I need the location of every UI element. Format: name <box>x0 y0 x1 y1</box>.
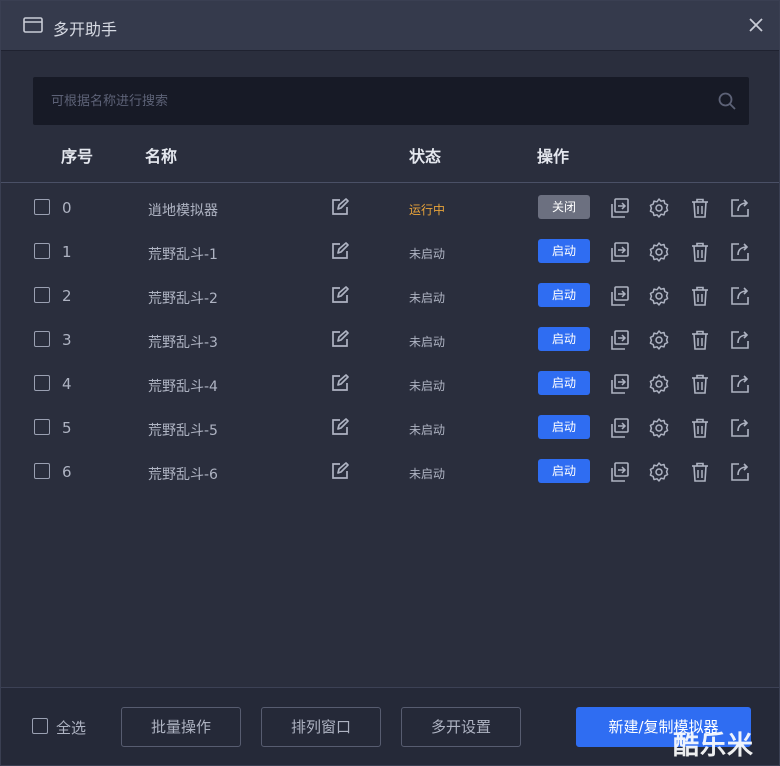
row-name: 逍地模拟器 <box>148 203 218 219</box>
trash-icon[interactable] <box>689 329 711 351</box>
edit-icon[interactable] <box>330 373 350 393</box>
gear-icon[interactable] <box>648 373 670 395</box>
table-row: 0 逍地模拟器 运行中 关闭 <box>1 187 779 231</box>
footer-bar: 全选 批量操作 排列窗口 多开设置 新建/复制模拟器 <box>1 687 779 765</box>
row-name: 荒野乱斗-2 <box>148 291 218 307</box>
table-row: 3 荒野乱斗-3 未启动 启动 <box>1 319 779 363</box>
title-bar: 多开助手 <box>1 1 779 51</box>
window-title: 多开助手 <box>53 20 118 39</box>
table-row: 5 荒野乱斗-5 未启动 启动 <box>1 407 779 451</box>
header-name: 名称 <box>145 147 178 166</box>
watermark-logo: 酷乐米 <box>673 731 755 761</box>
row-checkbox[interactable] <box>34 463 50 479</box>
edit-icon[interactable] <box>330 329 350 349</box>
header-actions: 操作 <box>537 147 570 166</box>
row-checkbox[interactable] <box>34 375 50 391</box>
row-checkbox[interactable] <box>34 419 50 435</box>
row-status: 未启动 <box>409 423 446 437</box>
export-icon[interactable] <box>729 329 751 351</box>
arrange-windows-button[interactable]: 排列窗口 <box>261 707 381 747</box>
row-status: 未启动 <box>409 467 446 481</box>
close-icon[interactable] <box>746 15 766 35</box>
export-icon[interactable] <box>729 241 751 263</box>
window-icon <box>23 17 43 33</box>
row-checkbox[interactable] <box>34 287 50 303</box>
copy-icon[interactable] <box>609 329 631 351</box>
gear-icon[interactable] <box>648 461 670 483</box>
edit-icon[interactable] <box>330 197 350 217</box>
row-index: 6 <box>62 463 72 481</box>
row-index: 5 <box>62 419 72 437</box>
row-name: 荒野乱斗-3 <box>148 335 218 351</box>
trash-icon[interactable] <box>689 197 711 219</box>
edit-icon[interactable] <box>330 417 350 437</box>
row-status: 未启动 <box>409 379 446 393</box>
copy-icon[interactable] <box>609 373 631 395</box>
edit-icon[interactable] <box>330 241 350 261</box>
multi-settings-button[interactable]: 多开设置 <box>401 707 521 747</box>
row-index: 4 <box>62 375 72 393</box>
search-input[interactable] <box>33 77 703 125</box>
export-icon[interactable] <box>729 417 751 439</box>
header-index: 序号 <box>61 147 94 166</box>
export-icon[interactable] <box>729 285 751 307</box>
start-button[interactable]: 启动 <box>538 283 590 307</box>
trash-icon[interactable] <box>689 241 711 263</box>
row-name: 荒野乱斗-5 <box>148 423 218 439</box>
table-row: 1 荒野乱斗-1 未启动 启动 <box>1 231 779 275</box>
row-checkbox[interactable] <box>34 243 50 259</box>
trash-icon[interactable] <box>689 285 711 307</box>
table-row: 6 荒野乱斗-6 未启动 启动 <box>1 451 779 495</box>
start-button[interactable]: 启动 <box>538 415 590 439</box>
copy-icon[interactable] <box>609 285 631 307</box>
row-index: 2 <box>62 287 72 305</box>
export-icon[interactable] <box>729 373 751 395</box>
trash-icon[interactable] <box>689 417 711 439</box>
edit-icon[interactable] <box>330 285 350 305</box>
row-status: 未启动 <box>409 335 446 349</box>
start-button[interactable]: 启动 <box>538 239 590 263</box>
copy-icon[interactable] <box>609 417 631 439</box>
start-button[interactable]: 启动 <box>538 371 590 395</box>
row-index: 3 <box>62 331 72 349</box>
row-name: 荒野乱斗-1 <box>148 247 218 263</box>
select-all-label: 全选 <box>56 719 87 737</box>
row-checkbox[interactable] <box>34 199 50 215</box>
gear-icon[interactable] <box>648 329 670 351</box>
search-bar <box>33 77 749 125</box>
copy-icon[interactable] <box>609 241 631 263</box>
gear-icon[interactable] <box>648 197 670 219</box>
table-row: 4 荒野乱斗-4 未启动 启动 <box>1 363 779 407</box>
edit-icon[interactable] <box>330 461 350 481</box>
row-status: 运行中 <box>409 203 446 217</box>
row-checkbox[interactable] <box>34 331 50 347</box>
stop-button[interactable]: 关闭 <box>538 195 590 219</box>
header-status: 状态 <box>409 147 442 166</box>
export-icon[interactable] <box>729 461 751 483</box>
batch-operation-button[interactable]: 批量操作 <box>121 707 241 747</box>
gear-icon[interactable] <box>648 241 670 263</box>
row-name: 荒野乱斗-4 <box>148 379 218 395</box>
gear-icon[interactable] <box>648 285 670 307</box>
table-header: 序号 名称 状态 操作 <box>1 133 779 183</box>
table-row: 2 荒野乱斗-2 未启动 启动 <box>1 275 779 319</box>
select-all-checkbox[interactable] <box>32 718 48 734</box>
app-window: 多开助手 序号 名称 状态 操作 0逍地模拟器运行中关闭1荒野乱斗-1未启动启动… <box>0 0 780 766</box>
row-name: 荒野乱斗-6 <box>148 467 218 483</box>
start-button[interactable]: 启动 <box>538 459 590 483</box>
search-icon[interactable] <box>717 91 737 111</box>
copy-icon[interactable] <box>609 197 631 219</box>
gear-icon[interactable] <box>648 417 670 439</box>
row-status: 未启动 <box>409 291 446 305</box>
trash-icon[interactable] <box>689 461 711 483</box>
row-index: 0 <box>62 199 72 217</box>
row-index: 1 <box>62 243 72 261</box>
export-icon[interactable] <box>729 197 751 219</box>
row-status: 未启动 <box>409 247 446 261</box>
trash-icon[interactable] <box>689 373 711 395</box>
start-button[interactable]: 启动 <box>538 327 590 351</box>
copy-icon[interactable] <box>609 461 631 483</box>
